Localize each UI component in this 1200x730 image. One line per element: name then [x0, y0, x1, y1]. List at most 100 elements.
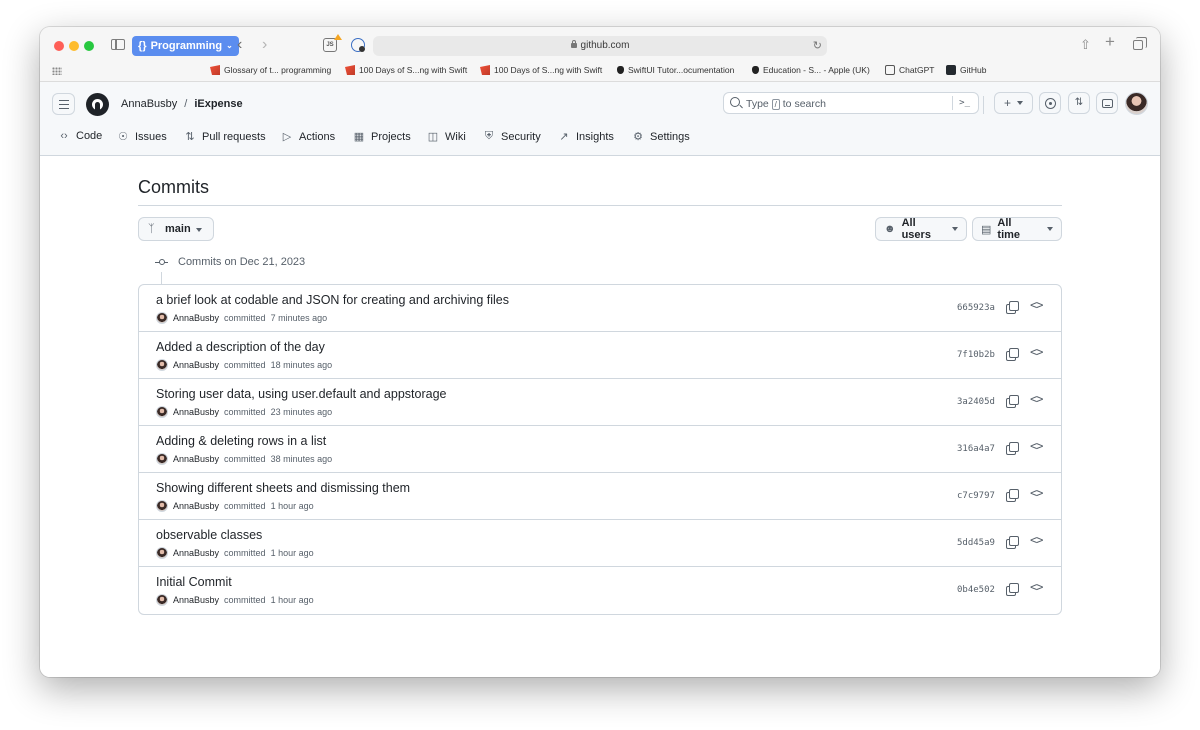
minimize-window-button[interactable]	[69, 41, 79, 51]
favorite-item[interactable]: SwiftUI Tutor...ocumentation	[617, 65, 734, 75]
commit-meta: AnnaBusby committed 7 minutes ago	[156, 312, 327, 324]
commit-message-link[interactable]: Initial Commit	[156, 575, 232, 589]
browse-code-icon[interactable]: <>	[1030, 298, 1043, 312]
tab-overview-icon[interactable]	[1133, 37, 1147, 50]
commit-message-link[interactable]: observable classes	[156, 528, 262, 542]
author-avatar[interactable]	[156, 312, 168, 324]
author-avatar[interactable]	[156, 406, 168, 418]
commit-time: 1 hour ago	[270, 548, 314, 558]
commit-sha-link[interactable]: 316a4a7	[957, 444, 995, 454]
author-avatar[interactable]	[156, 547, 168, 559]
share-icon[interactable]: ⇧	[1080, 38, 1091, 52]
breadcrumb-owner[interactable]: AnnaBusby	[121, 98, 177, 110]
author-avatar[interactable]	[156, 453, 168, 465]
issue-icon: ☉	[118, 131, 128, 143]
commit-author[interactable]: AnnaBusby	[173, 501, 219, 511]
people-icon: ☻	[884, 223, 896, 235]
your-issues-button[interactable]	[1039, 92, 1061, 114]
tab-wiki[interactable]: ◫ Wiki	[427, 130, 466, 144]
github-logo-icon[interactable]	[86, 93, 109, 116]
commit-row: Storing user data, using user.default an…	[139, 379, 1061, 426]
command-palette-icon[interactable]: >_	[959, 98, 970, 108]
tab-group-button[interactable]: {} Programming ⌄	[132, 36, 239, 56]
favorite-item[interactable]: Glossary of t... programming	[210, 65, 331, 75]
notifications-button[interactable]	[1096, 92, 1118, 114]
create-new-button[interactable]: +	[994, 92, 1033, 114]
search-input[interactable]: Type / to search >_	[723, 92, 979, 114]
commit-meta: AnnaBusby committed 18 minutes ago	[156, 359, 332, 371]
browse-code-icon[interactable]: <>	[1030, 533, 1043, 547]
forward-icon[interactable]: ›	[262, 36, 267, 54]
copy-icon[interactable]	[1006, 536, 1019, 549]
favorite-item[interactable]: 100 Days of S...ng with Swift	[345, 65, 467, 75]
author-avatar[interactable]	[156, 359, 168, 371]
commit-sha-link[interactable]: 7f10b2b	[957, 350, 995, 360]
tab-projects[interactable]: ▦ Projects	[353, 130, 411, 144]
author-avatar[interactable]	[156, 594, 168, 606]
search-icon	[730, 97, 740, 107]
commit-author[interactable]: AnnaBusby	[173, 360, 219, 370]
copy-icon[interactable]	[1006, 348, 1019, 361]
chevron-down-icon: ⌄	[226, 41, 233, 50]
zoom-window-button[interactable]	[84, 41, 94, 51]
tab-settings[interactable]: ⚙ Settings	[632, 130, 690, 144]
user-avatar[interactable]	[1125, 92, 1148, 115]
commit-author[interactable]: AnnaBusby	[173, 548, 219, 558]
commit-message-link[interactable]: Added a description of the day	[156, 340, 325, 354]
close-window-button[interactable]	[54, 41, 64, 51]
tab-pull-requests[interactable]: ⇅ Pull requests	[184, 130, 265, 144]
commit-message-link[interactable]: Storing user data, using user.default an…	[156, 387, 446, 401]
sidebar-toggle-icon[interactable]	[111, 39, 125, 50]
commit-author[interactable]: AnnaBusby	[173, 407, 219, 417]
commit-verb: committed	[224, 548, 266, 558]
tab-insights[interactable]: ↗ Insights	[558, 130, 614, 144]
commit-author[interactable]: AnnaBusby	[173, 313, 219, 323]
commit-author[interactable]: AnnaBusby	[173, 595, 219, 605]
favorite-item[interactable]: ChatGPT	[885, 65, 934, 75]
new-tab-icon[interactable]: +	[1105, 33, 1115, 50]
time-filter-button[interactable]: ▤ All time	[972, 217, 1062, 241]
copy-icon[interactable]	[1006, 583, 1019, 596]
commit-sha-link[interactable]: 5dd45a9	[957, 538, 995, 548]
commit-message-link[interactable]: a brief look at codable and JSON for cre…	[156, 293, 509, 307]
copy-icon[interactable]	[1006, 489, 1019, 502]
git-branch-icon: ᛉ	[148, 223, 155, 235]
browse-code-icon[interactable]: <>	[1030, 439, 1043, 453]
copy-icon[interactable]	[1006, 301, 1019, 314]
commit-sha-link[interactable]: c7c9797	[957, 491, 995, 501]
commit-sha-link[interactable]: 665923a	[957, 303, 995, 313]
breadcrumb-repo[interactable]: iExpense	[194, 98, 242, 110]
author-avatar[interactable]	[156, 500, 168, 512]
tab-actions[interactable]: ▷ Actions	[281, 130, 335, 144]
branch-selector-button[interactable]: ᛉ main	[138, 217, 214, 241]
favorite-item[interactable]: 100 Days of S...ng with Swift	[480, 65, 602, 75]
commit-message-link[interactable]: Adding & deleting rows in a list	[156, 434, 326, 448]
your-pull-requests-button[interactable]: ⇅	[1068, 92, 1090, 114]
tab-issues[interactable]: ☉ Issues	[117, 130, 167, 144]
commit-author[interactable]: AnnaBusby	[173, 454, 219, 464]
commit-sha-link[interactable]: 3a2405d	[957, 397, 995, 407]
browse-code-icon[interactable]: <>	[1030, 392, 1043, 406]
copy-icon[interactable]	[1006, 395, 1019, 408]
favorite-item[interactable]: GitHub	[946, 65, 986, 75]
browse-code-icon[interactable]: <>	[1030, 580, 1043, 594]
browse-code-icon[interactable]: <>	[1030, 486, 1043, 500]
table-icon: ▦	[353, 131, 365, 143]
copy-icon[interactable]	[1006, 442, 1019, 455]
users-filter-button[interactable]: ☻ All users	[875, 217, 967, 241]
address-bar[interactable]: github.com ↻	[373, 36, 827, 56]
caret-down-icon	[1017, 101, 1023, 105]
grid-icon[interactable]	[52, 67, 62, 75]
commit-message-link[interactable]: Showing different sheets and dismissing …	[156, 481, 410, 495]
favorite-item[interactable]: Education - S... - Apple (UK)	[752, 65, 870, 75]
tab-code[interactable]: ‹› Code	[58, 130, 102, 142]
commit-sha-link[interactable]: 0b4e502	[957, 585, 995, 595]
divider	[952, 96, 953, 110]
back-icon[interactable]: ‹	[237, 36, 242, 54]
reload-icon[interactable]: ↻	[813, 39, 822, 52]
commit-row: a brief look at codable and JSON for cre…	[139, 285, 1061, 332]
js-extension-icon[interactable]: JS	[323, 38, 337, 52]
tab-security[interactable]: ⛨ Security	[483, 130, 541, 143]
browse-code-icon[interactable]: <>	[1030, 345, 1043, 359]
menu-button[interactable]	[52, 93, 75, 115]
